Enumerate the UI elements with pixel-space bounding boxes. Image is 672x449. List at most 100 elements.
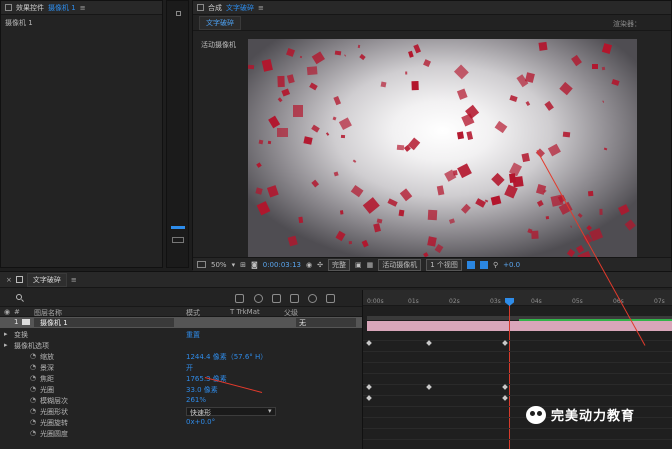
- search-icon[interactable]: [16, 294, 22, 300]
- chevron-down-icon[interactable]: ▾: [268, 407, 272, 415]
- renderer-label[interactable]: 渲染器：: [613, 19, 641, 29]
- particle-fragment: [570, 55, 582, 67]
- particle-fragment: [587, 191, 594, 197]
- particle-fragment: [436, 185, 445, 195]
- stopwatch-icon[interactable]: ◔: [30, 407, 36, 415]
- shy-layers-icon[interactable]: [272, 294, 281, 303]
- track-divider: [363, 340, 672, 341]
- particle-fragment: [287, 74, 296, 84]
- panel-toggle-icon[interactable]: [172, 237, 184, 243]
- lock-icon[interactable]: [5, 4, 12, 11]
- composition-panel-label[interactable]: 合成: [208, 3, 222, 13]
- tab-composition[interactable]: 文字破碎: [199, 15, 241, 30]
- transparency-icon[interactable]: ▦: [367, 261, 374, 269]
- property-row[interactable]: ◔ 焦距 1765.3 像素: [0, 373, 362, 384]
- particle-fragment: [448, 218, 455, 224]
- property-row[interactable]: ▸ 变换 重置: [0, 329, 362, 340]
- expand-arrow-icon[interactable]: ▸: [4, 341, 8, 349]
- keyframe[interactable]: [366, 384, 372, 390]
- menu-icon[interactable]: ≡: [80, 4, 86, 12]
- keyframe[interactable]: [426, 340, 432, 346]
- region-icon[interactable]: ▣: [355, 261, 362, 269]
- graph-editor-icon[interactable]: [326, 294, 335, 303]
- column-trkmat[interactable]: T TrkMat: [230, 308, 260, 316]
- camera-select[interactable]: 活动摄像机: [378, 258, 422, 271]
- color-channel-icon[interactable]: ✣: [317, 261, 323, 269]
- flowchart-icon[interactable]: ⚲: [493, 261, 498, 269]
- stopwatch-icon[interactable]: ◔: [30, 385, 36, 393]
- motion-blur-icon[interactable]: [308, 294, 317, 303]
- chevron-down-icon[interactable]: ▾: [232, 261, 236, 269]
- draft-3d-icon[interactable]: [254, 294, 263, 303]
- lock-icon[interactable]: [197, 4, 204, 11]
- label-icon[interactable]: #: [14, 308, 20, 316]
- particle-fragment: [268, 115, 281, 129]
- property-row[interactable]: ▸ 摄像机选项: [0, 340, 362, 351]
- display-icon[interactable]: [197, 261, 206, 268]
- lock-icon[interactable]: [176, 11, 181, 16]
- keyframe[interactable]: [426, 384, 432, 390]
- particle-fragment: [460, 203, 471, 214]
- particle-fragment: [312, 51, 325, 65]
- tab-timeline[interactable]: 文字破碎: [26, 272, 67, 287]
- stopwatch-icon[interactable]: ◔: [30, 418, 36, 426]
- particle-fragment: [457, 88, 468, 100]
- property-row[interactable]: ◔ 光圈形状 快速形 ▾: [0, 406, 362, 417]
- property-row[interactable]: ◔ 光圈 33.0 像素: [0, 384, 362, 395]
- grid-icon[interactable]: ⊞: [240, 261, 246, 269]
- property-value[interactable]: 开: [186, 363, 193, 373]
- layer-duration-bar[interactable]: [367, 321, 672, 331]
- particle-fragment: [306, 66, 318, 76]
- property-row[interactable]: ◔ 光圈圆度: [0, 428, 362, 439]
- stopwatch-icon[interactable]: ◔: [30, 396, 36, 404]
- stopwatch-icon[interactable]: ◔: [30, 429, 36, 437]
- expand-arrow-icon[interactable]: ▸: [4, 330, 8, 338]
- effect-controls-layer[interactable]: 摄像机 1: [48, 3, 76, 13]
- property-value[interactable]: 重置: [186, 330, 200, 340]
- fast-preview-icon[interactable]: [466, 260, 475, 269]
- layer-name[interactable]: 摄像机 1: [34, 318, 174, 327]
- menu-icon[interactable]: ≡: [71, 276, 77, 284]
- layer-row[interactable]: 1 摄像机 1 无: [0, 317, 362, 328]
- stopwatch-icon[interactable]: ◔: [30, 363, 36, 371]
- timecode[interactable]: 0:00:03:13: [263, 261, 301, 269]
- scroll-indicator[interactable]: [171, 226, 185, 229]
- property-row[interactable]: ◔ 缩放 1244.4 像素（57.6° H）: [0, 351, 362, 362]
- menu-icon[interactable]: ≡: [258, 4, 264, 12]
- zoom-value[interactable]: 50%: [211, 261, 227, 269]
- effect-controls-title[interactable]: 效果控件: [16, 3, 44, 13]
- keyframe[interactable]: [366, 395, 372, 401]
- particle-fragment: [300, 56, 303, 58]
- parent-select[interactable]: 无: [296, 318, 356, 327]
- composition-tabbar: 文字破碎 渲染器：: [193, 15, 671, 31]
- property-value[interactable]: 1244.4 像素（57.6° H）: [186, 352, 267, 362]
- timeline-icon[interactable]: [479, 260, 488, 269]
- eye-icon[interactable]: ◉: [4, 308, 10, 316]
- property-value[interactable]: 261%: [186, 396, 206, 404]
- property-value[interactable]: 快速形: [186, 407, 276, 417]
- particle-fragment: [544, 100, 555, 112]
- time-ruler[interactable]: 0:00s 01s 02s 03s 04s 05s 06s 07s: [363, 290, 672, 306]
- timeline-graph[interactable]: 0:00s 01s 02s 03s 04s 05s 06s 07s: [362, 290, 672, 449]
- snapshot-icon[interactable]: ◉: [306, 261, 312, 269]
- keyframe[interactable]: [502, 340, 508, 346]
- comp-mini-flowchart-icon[interactable]: [235, 294, 244, 303]
- keyframe[interactable]: [502, 384, 508, 390]
- property-row[interactable]: ◔ 模糊层次 261%: [0, 395, 362, 406]
- property-value[interactable]: 33.0 像素: [186, 385, 218, 395]
- composition-name[interactable]: 文字破碎: [226, 3, 254, 13]
- stopwatch-icon[interactable]: ◔: [30, 374, 36, 382]
- property-value[interactable]: 0x+0.0°: [186, 418, 215, 426]
- property-row[interactable]: ◔ 光圈旋转 0x+0.0°: [0, 417, 362, 428]
- keyframe[interactable]: [366, 340, 372, 346]
- camera-icon[interactable]: ◙: [251, 261, 258, 269]
- keyframe[interactable]: [502, 395, 508, 401]
- quality-select[interactable]: 完整: [328, 258, 350, 271]
- views-select[interactable]: 1 个视图: [426, 258, 462, 271]
- exposure-value[interactable]: +0.0: [503, 261, 520, 269]
- close-icon[interactable]: ×: [6, 276, 12, 284]
- stopwatch-icon[interactable]: ◔: [30, 352, 36, 360]
- frame-blending-icon[interactable]: [290, 294, 299, 303]
- property-row[interactable]: ◔ 景深 开: [0, 362, 362, 373]
- property-value[interactable]: 1765.3 像素: [186, 374, 227, 384]
